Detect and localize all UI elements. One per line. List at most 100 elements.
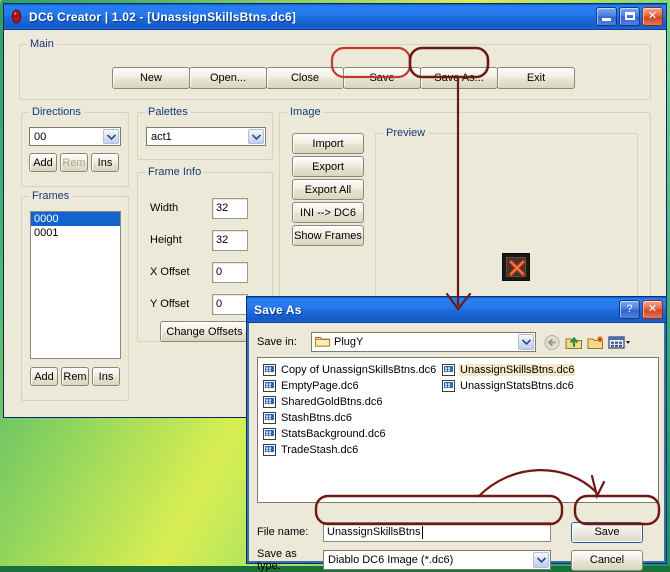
file-name: StatsBackground.dc6 (281, 428, 386, 440)
list-item[interactable]: StashBtns.dc6 (263, 410, 453, 426)
file-name-label: File name: (257, 526, 309, 538)
list-item[interactable]: EmptyPage.dc6 (263, 378, 453, 394)
palettes-group-label: Palettes (145, 106, 191, 118)
text-caret (421, 525, 423, 539)
image-group-label: Image (287, 106, 324, 118)
frames-rem-button[interactable]: Rem (61, 367, 89, 386)
close-icon[interactable]: ✕ (642, 7, 663, 26)
save-as-dialog-title: Save As (254, 302, 302, 317)
new-button[interactable]: New (112, 67, 190, 89)
app-icon (9, 9, 24, 24)
file-column-1: Copy of UnassignSkillsBtns.dc6 EmptyPage… (263, 362, 453, 458)
save-as-type-combo[interactable]: Diablo DC6 Image (*.dc6) (323, 550, 551, 570)
change-offsets-button[interactable]: Change Offsets (160, 321, 249, 342)
close-button[interactable]: Close (266, 67, 344, 89)
list-item[interactable]: SharedGoldBtns.dc6 (263, 394, 453, 410)
help-icon[interactable]: ? (619, 300, 640, 319)
list-item[interactable]: 0001 (31, 226, 120, 240)
dc6-file-icon (263, 396, 276, 408)
open-button[interactable]: Open... (189, 67, 267, 89)
directions-add-button[interactable]: Add (29, 153, 57, 172)
chevron-down-icon[interactable] (518, 334, 534, 350)
main-group-label: Main (27, 38, 57, 50)
save-as-type-row: Save as type: Diablo DC6 Image (*.dc6) C… (257, 548, 659, 572)
frames-add-button[interactable]: Add (30, 367, 58, 386)
file-column-2: UnassignSkillsBtns.dc6 UnassignStatsBtns… (442, 362, 632, 394)
directions-rem-button: Rem (60, 153, 88, 172)
minimize-icon[interactable] (596, 7, 617, 26)
import-button[interactable]: Import (292, 133, 364, 154)
dialog-cancel-button[interactable]: Cancel (571, 549, 643, 571)
palettes-combo[interactable]: act1 (146, 127, 266, 146)
list-item[interactable]: StatsBackground.dc6 (263, 426, 453, 442)
x-offset-label: X Offset (150, 266, 190, 278)
image-button-column: Import Export Export All INI --> DC6 Sho… (292, 133, 364, 246)
dialog-save-button-label: Save (572, 522, 642, 542)
dc6-file-icon (263, 412, 276, 424)
height-label: Height (150, 234, 182, 246)
list-item[interactable]: Copy of UnassignSkillsBtns.dc6 (263, 362, 453, 378)
frames-ins-button[interactable]: Ins (92, 367, 120, 386)
main-window-controls: ✕ (596, 7, 663, 26)
frames-listbox[interactable]: 0000 0001 (30, 211, 121, 359)
save-as-titlebar[interactable]: Save As ? ✕ (247, 297, 666, 323)
main-titlebar[interactable]: DC6 Creator | 1.02 - [UnassignSkillsBtns… (4, 4, 666, 30)
folder-icon (315, 335, 330, 350)
save-as-type-label: Save as type: (257, 548, 297, 572)
frames-group-label: Frames (29, 190, 73, 202)
file-listbox[interactable]: Copy of UnassignSkillsBtns.dc6 EmptyPage… (257, 357, 659, 503)
save-button[interactable]: Save (343, 67, 421, 89)
save-in-label: Save in: (257, 336, 297, 348)
height-row: Height 32 (150, 227, 262, 253)
save-in-combo[interactable]: PlugY (311, 332, 536, 352)
exit-button[interactable]: Exit (497, 67, 575, 89)
list-item[interactable]: UnassignStatsBtns.dc6 (442, 378, 632, 394)
file-name: EmptyPage.dc6 (281, 380, 359, 392)
file-name: TradeStash.dc6 (281, 444, 359, 456)
back-icon[interactable] (542, 332, 562, 352)
y-offset-field[interactable]: 0 (212, 293, 248, 315)
preview-group-label: Preview (383, 127, 429, 139)
red-x-button-sprite (502, 253, 530, 281)
save-as-button[interactable]: Save As... (420, 67, 498, 89)
dc6-file-icon (442, 364, 455, 376)
chevron-down-icon[interactable] (103, 129, 119, 144)
show-frames-button[interactable]: Show Frames (292, 225, 364, 246)
file-name-row: File name: UnassignSkillsBtns Save (257, 521, 659, 543)
save-in-row: Save in: PlugY (257, 331, 659, 353)
chevron-down-icon[interactable] (248, 129, 264, 144)
save-as-window-controls: ? ✕ (619, 300, 663, 319)
views-icon[interactable] (608, 332, 632, 352)
file-name: UnassignSkillsBtns.dc6 (459, 364, 576, 376)
export-all-button[interactable]: Export All (292, 179, 364, 200)
up-one-level-icon[interactable] (564, 332, 584, 352)
list-item[interactable]: TradeStash.dc6 (263, 442, 453, 458)
directions-group-label: Directions (29, 106, 84, 118)
save-as-type-value: Diablo DC6 Image (*.dc6) (328, 554, 454, 566)
export-button[interactable]: Export (292, 156, 364, 177)
x-offset-field[interactable]: 0 (212, 261, 248, 283)
list-item[interactable]: UnassignSkillsBtns.dc6 (442, 362, 632, 378)
ini-to-dc6-button[interactable]: INI --> DC6 (292, 202, 364, 223)
save-as-dialog: Save As ? ✕ Save in: PlugY Copy of Unass… (246, 296, 667, 572)
file-name-input[interactable]: UnassignSkillsBtns (323, 522, 551, 542)
dialog-toolbar (542, 332, 632, 352)
dc6-file-icon (263, 380, 276, 392)
directions-ins-button[interactable]: Ins (91, 153, 119, 172)
file-name: Copy of UnassignSkillsBtns.dc6 (281, 364, 437, 376)
new-folder-icon[interactable] (586, 332, 606, 352)
directions-combo[interactable]: 00 (29, 127, 121, 146)
save-as-body: Save in: PlugY Copy of UnassignSkillsBtn… (247, 323, 666, 572)
file-name: SharedGoldBtns.dc6 (281, 396, 383, 408)
width-field[interactable]: 32 (212, 197, 248, 219)
dialog-save-button[interactable]: Save (571, 521, 643, 543)
directions-button-row: Add Rem Ins (29, 153, 119, 172)
main-group: Main New Open... Close Save Save As... E… (19, 38, 651, 100)
list-item[interactable]: 0000 (31, 212, 120, 226)
directions-combo-value: 00 (34, 130, 47, 143)
height-field[interactable]: 32 (212, 229, 248, 251)
dc6-file-icon (263, 364, 276, 376)
close-icon[interactable]: ✕ (642, 300, 663, 319)
dc6-file-icon (263, 444, 276, 456)
maximize-icon[interactable] (619, 7, 640, 26)
